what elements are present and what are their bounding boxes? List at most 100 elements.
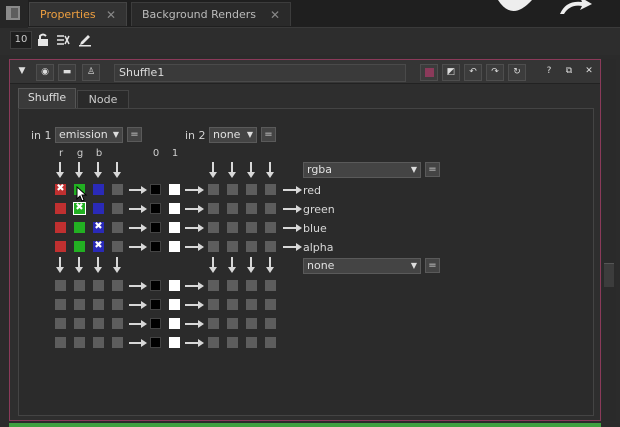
channel-toggle-blue-g[interactable]: [74, 222, 85, 233]
channel-toggle-in2-alpha-r[interactable]: [208, 241, 219, 252]
gizmo-icon[interactable]: ♙: [82, 64, 100, 81]
redo-icon[interactable]: ↷: [486, 64, 504, 81]
const-one-red[interactable]: [169, 184, 180, 195]
channel-toggle-in2-none-1-b[interactable]: [246, 299, 257, 310]
out1-dropdown[interactable]: rgba ▼: [303, 162, 421, 178]
scrollbar-thumb[interactable]: [604, 263, 614, 287]
const-one-none-3[interactable]: [169, 337, 180, 348]
channel-toggle-in2-none-3-a[interactable]: [265, 337, 276, 348]
in1-dropdown[interactable]: emission ▼: [55, 127, 123, 143]
channel-toggle-in2-green-r[interactable]: [208, 203, 219, 214]
in2-link-button[interactable]: =: [261, 127, 276, 142]
const-zero-none-0[interactable]: [150, 280, 161, 291]
channel-toggle-in2-none-3-g[interactable]: [227, 337, 238, 348]
channel-toggle-red-a[interactable]: [112, 184, 123, 195]
center-node-icon[interactable]: ▬: [58, 64, 76, 81]
channel-toggle-alpha-g[interactable]: [74, 241, 85, 252]
channel-toggle-in2-alpha-a[interactable]: [265, 241, 276, 252]
channel-toggle-in2-blue-a[interactable]: [265, 222, 276, 233]
channel-toggle-in2-none-2-a[interactable]: [265, 318, 276, 329]
close-icon[interactable]: ✕: [270, 3, 280, 27]
channel-toggle-in2-blue-g[interactable]: [227, 222, 238, 233]
tab-properties[interactable]: Properties ✕: [29, 2, 127, 26]
channel-toggle-none-2-g[interactable]: [74, 318, 85, 329]
node-color-icon[interactable]: [420, 64, 438, 81]
channel-toggle-in2-red-g[interactable]: [227, 184, 238, 195]
channel-toggle-none-2-r[interactable]: [55, 318, 66, 329]
channel-toggle-green-r[interactable]: [55, 203, 66, 214]
const-one-green[interactable]: [169, 203, 180, 214]
channel-toggle-in2-none-0-a[interactable]: [265, 280, 276, 291]
collapse-triangle-icon[interactable]: ▼: [13, 64, 31, 81]
close-icon[interactable]: ✕: [106, 3, 116, 27]
channel-toggle-in2-none-3-r[interactable]: [208, 337, 219, 348]
undo-icon[interactable]: ↶: [464, 64, 482, 81]
undo-icon[interactable]: [496, 0, 536, 14]
channel-toggle-none-1-r[interactable]: [55, 299, 66, 310]
in1-link-button[interactable]: =: [127, 127, 142, 142]
const-zero-green[interactable]: [150, 203, 161, 214]
channel-toggle-none-0-r[interactable]: [55, 280, 66, 291]
channel-toggle-in2-none-2-r[interactable]: [208, 318, 219, 329]
channel-toggle-none-0-a[interactable]: [112, 280, 123, 291]
tab-node[interactable]: Node: [77, 90, 129, 108]
tab-background-renders[interactable]: Background Renders ✕: [131, 2, 291, 26]
channel-toggle-none-0-g[interactable]: [74, 280, 85, 291]
channel-toggle-in2-none-2-g[interactable]: [227, 318, 238, 329]
const-zero-blue[interactable]: [150, 222, 161, 233]
channel-toggle-in2-green-a[interactable]: [265, 203, 276, 214]
channel-toggle-alpha-r[interactable]: [55, 241, 66, 252]
const-one-none-2[interactable]: [169, 318, 180, 329]
help-icon[interactable]: ?: [540, 64, 558, 81]
channel-toggle-none-0-b[interactable]: [93, 280, 104, 291]
redo-icon[interactable]: [556, 0, 596, 14]
max-panels-field[interactable]: 10: [10, 31, 32, 49]
revert-icon[interactable]: ↻: [508, 64, 526, 81]
channel-toggle-blue-a[interactable]: [112, 222, 123, 233]
channel-toggle-green-b[interactable]: [93, 203, 104, 214]
const-one-none-0[interactable]: [169, 280, 180, 291]
channel-toggle-in2-alpha-b[interactable]: [246, 241, 257, 252]
view-node-icon[interactable]: ◉: [36, 64, 54, 81]
const-one-alpha[interactable]: [169, 241, 180, 252]
close-icon[interactable]: ✕: [580, 64, 598, 81]
out2-link-button[interactable]: =: [425, 258, 440, 273]
channel-toggle-none-3-r[interactable]: [55, 337, 66, 348]
channel-toggle-in2-red-a[interactable]: [265, 184, 276, 195]
channel-toggle-in2-none-0-r[interactable]: [208, 280, 219, 291]
channel-toggle-in2-green-g[interactable]: [227, 203, 238, 214]
channel-toggle-in2-none-1-a[interactable]: [265, 299, 276, 310]
tab-shuffle[interactable]: Shuffle: [18, 88, 76, 108]
channel-toggle-in2-alpha-g[interactable]: [227, 241, 238, 252]
node-name-field[interactable]: Shuffle1: [114, 64, 406, 82]
channel-toggle-green-g[interactable]: ✖: [73, 202, 86, 215]
channel-toggle-in2-blue-r[interactable]: [208, 222, 219, 233]
float-panel-icon[interactable]: [56, 33, 70, 47]
channel-toggle-none-2-b[interactable]: [93, 318, 104, 329]
const-one-blue[interactable]: [169, 222, 180, 233]
channel-toggle-none-3-b[interactable]: [93, 337, 104, 348]
channel-toggle-red-r[interactable]: ✖: [55, 183, 66, 195]
channel-toggle-none-3-g[interactable]: [74, 337, 85, 348]
const-zero-red[interactable]: [150, 184, 161, 195]
clone-icon[interactable]: ◩: [442, 64, 460, 81]
const-zero-none-2[interactable]: [150, 318, 161, 329]
out1-link-button[interactable]: =: [425, 162, 440, 177]
channel-toggle-alpha-a[interactable]: [112, 241, 123, 252]
float-icon[interactable]: ⧉: [560, 64, 578, 81]
const-zero-alpha[interactable]: [150, 241, 161, 252]
channel-toggle-in2-none-0-b[interactable]: [246, 280, 257, 291]
channel-toggle-none-2-a[interactable]: [112, 318, 123, 329]
channel-toggle-in2-none-0-g[interactable]: [227, 280, 238, 291]
channel-toggle-in2-blue-b[interactable]: [246, 222, 257, 233]
in2-dropdown[interactable]: none ▼: [209, 127, 257, 143]
channel-toggle-in2-green-b[interactable]: [246, 203, 257, 214]
const-zero-none-3[interactable]: [150, 337, 161, 348]
channel-toggle-none-1-g[interactable]: [74, 299, 85, 310]
channel-toggle-in2-none-3-b[interactable]: [246, 337, 257, 348]
const-one-none-1[interactable]: [169, 299, 180, 310]
channel-toggle-blue-r[interactable]: [55, 222, 66, 233]
channel-toggle-none-3-a[interactable]: [112, 337, 123, 348]
out2-dropdown[interactable]: none ▼: [303, 258, 421, 274]
channel-toggle-red-b[interactable]: [93, 184, 104, 195]
